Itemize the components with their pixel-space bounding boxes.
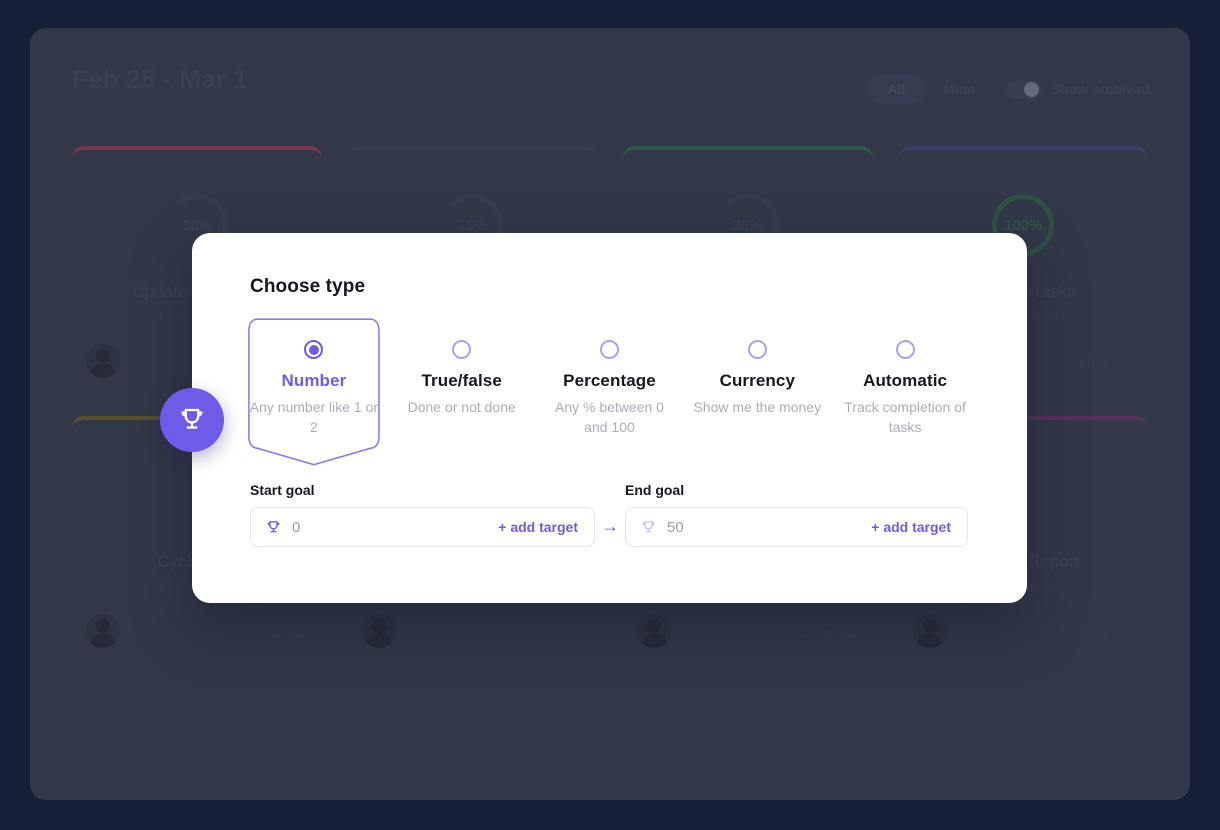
goal-type-option-currency[interactable]: Currency Show me the money bbox=[683, 318, 831, 448]
end-goal-group: End goal 50 + add target bbox=[625, 482, 968, 547]
radio-button[interactable] bbox=[896, 340, 915, 359]
trophy-icon bbox=[640, 519, 657, 536]
goal-type-label: Percentage bbox=[563, 371, 656, 391]
goal-type-description: Track completion of tasks bbox=[840, 398, 970, 438]
goal-range-section: Start goal 0 + add target → End goal bbox=[250, 482, 970, 547]
radio-dot bbox=[309, 345, 319, 355]
goal-type-label: Automatic bbox=[863, 371, 947, 391]
start-goal-field[interactable]: 0 + add target bbox=[250, 507, 595, 547]
radio-button[interactable] bbox=[452, 340, 471, 359]
screen: Feb 25 - Mar 1 All Mine Show archived 30… bbox=[0, 0, 1220, 830]
trophy-icon bbox=[265, 519, 282, 536]
choose-type-modal: Choose type Number Any number like 1 or 2… bbox=[192, 233, 1027, 603]
radio-button[interactable] bbox=[748, 340, 767, 359]
arrow-right-icon: → bbox=[595, 516, 625, 547]
end-goal-value[interactable]: 50 bbox=[667, 519, 684, 536]
goal-type-option-true-false[interactable]: True/false Done or not done bbox=[388, 318, 536, 448]
goal-type-description: Show me the money bbox=[693, 398, 821, 418]
trophy-icon bbox=[177, 405, 207, 435]
goal-type-label: True/false bbox=[422, 371, 502, 391]
radio-button[interactable] bbox=[304, 340, 323, 359]
goal-type-option-number[interactable]: Number Any number like 1 or 2 bbox=[240, 318, 388, 448]
goal-type-description: Any number like 1 or 2 bbox=[249, 398, 379, 438]
end-add-target-button[interactable]: + add target bbox=[871, 519, 951, 535]
goal-type-option-automatic[interactable]: Automatic Track completion of tasks bbox=[831, 318, 979, 448]
goal-type-description: Any % between 0 and 100 bbox=[544, 398, 674, 438]
goal-type-option-percentage[interactable]: Percentage Any % between 0 and 100 bbox=[536, 318, 684, 448]
goal-type-label: Currency bbox=[720, 371, 795, 391]
start-goal-value[interactable]: 0 bbox=[292, 519, 300, 536]
start-add-target-button[interactable]: + add target bbox=[498, 519, 578, 535]
trophy-fab-button[interactable] bbox=[160, 388, 224, 452]
goal-type-options: Number Any number like 1 or 2 True/false Do… bbox=[240, 318, 979, 448]
end-goal-label: End goal bbox=[625, 482, 968, 498]
modal-title: Choose type bbox=[250, 276, 365, 298]
start-goal-group: Start goal 0 + add target bbox=[250, 482, 595, 547]
start-goal-label: Start goal bbox=[250, 482, 595, 498]
goal-type-label: Number bbox=[281, 371, 346, 391]
end-goal-field[interactable]: 50 + add target bbox=[625, 507, 968, 547]
goal-type-description: Done or not done bbox=[408, 398, 516, 418]
radio-button[interactable] bbox=[600, 340, 619, 359]
